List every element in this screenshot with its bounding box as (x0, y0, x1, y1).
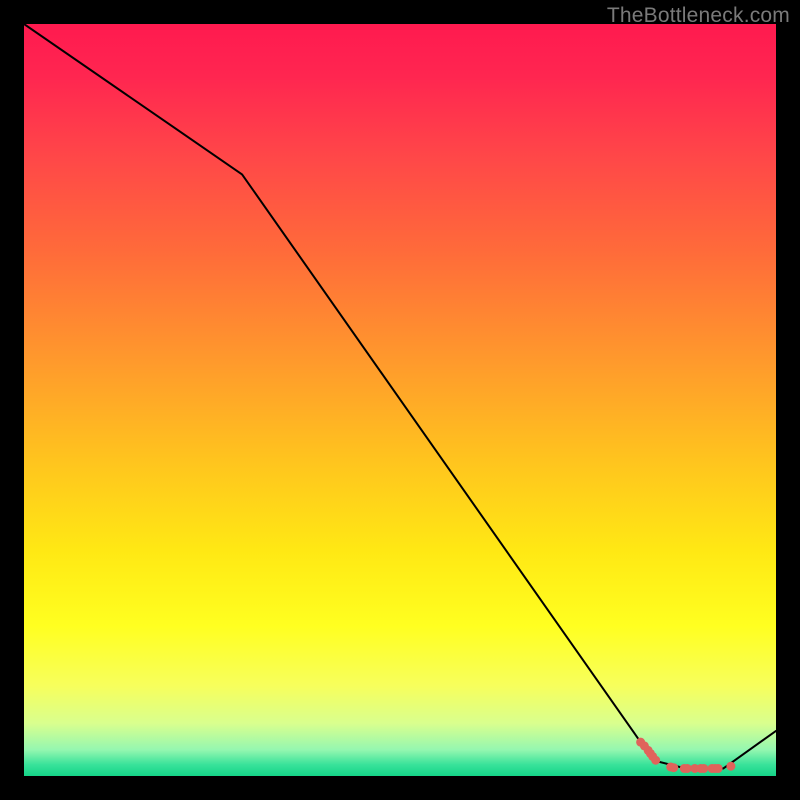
data-marker (651, 756, 660, 765)
attribution-text: TheBottleneck.com (607, 4, 790, 28)
chart-frame: TheBottleneck.com (0, 0, 800, 800)
plot-area (24, 24, 776, 776)
gradient-plot-svg (24, 24, 776, 776)
data-marker (726, 762, 735, 771)
data-marker (669, 763, 678, 772)
data-marker (699, 764, 708, 773)
data-marker (714, 764, 723, 773)
